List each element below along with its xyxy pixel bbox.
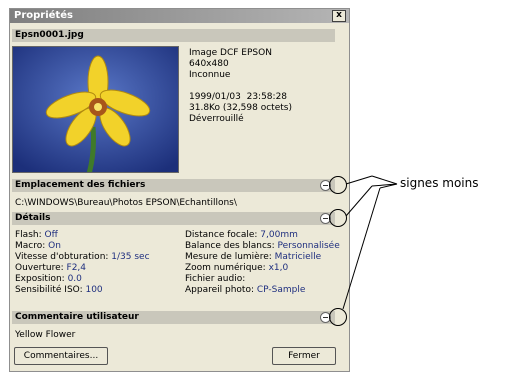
callout-lines	[342, 175, 398, 310]
callout-label: signes moins	[400, 176, 479, 190]
